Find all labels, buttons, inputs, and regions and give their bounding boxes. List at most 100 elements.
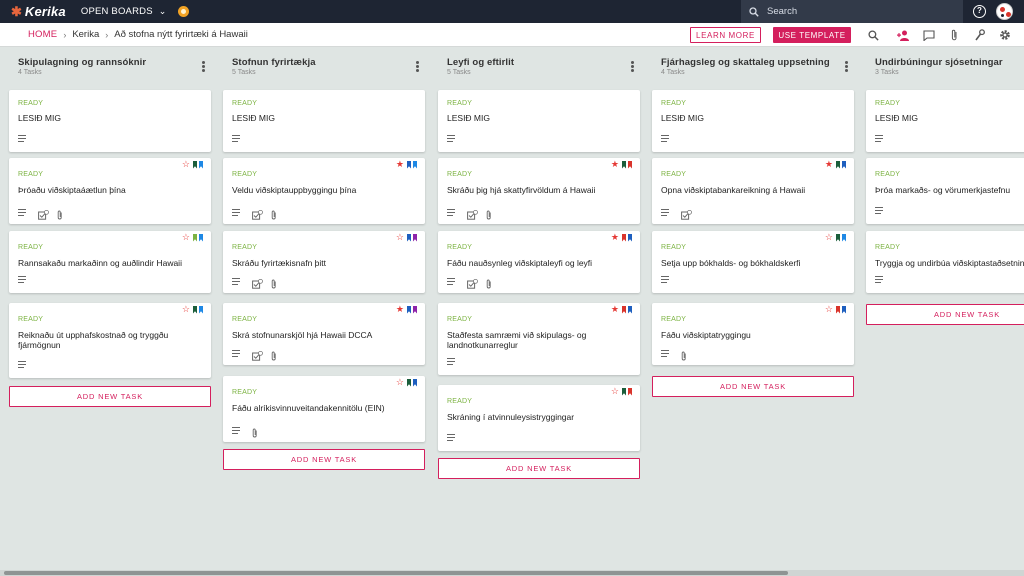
column-menu-icon[interactable]: [845, 61, 848, 72]
user-avatar[interactable]: [996, 3, 1013, 20]
checklist-icon: [681, 207, 692, 220]
description-icon: [18, 208, 27, 216]
column-task-count: 5 Tasks: [232, 69, 256, 76]
column-header[interactable]: Leyfi og eftirlit 5 Tasks: [438, 57, 640, 85]
bookmark-tag-icon: [193, 160, 197, 169]
bookmark-tag-icon: [407, 378, 411, 387]
star-outline-icon[interactable]: ☆: [396, 378, 404, 387]
bookmark-tag-icon: [622, 387, 626, 396]
add-person-icon[interactable]: [896, 28, 910, 42]
star-filled-icon[interactable]: ★: [396, 160, 404, 169]
kerika-logo[interactable]: ✱ Kerika: [11, 4, 66, 20]
task-tags: ★: [825, 160, 846, 169]
task-card[interactable]: READY Þróaðu viðskiptaáætlun þína ☆: [9, 158, 211, 224]
star-filled-icon[interactable]: ★: [611, 233, 619, 242]
task-tags: ☆: [182, 233, 203, 242]
star-outline-icon[interactable]: ☆: [825, 305, 833, 314]
task-title: Veldu viðskiptauppbyggingu þína: [232, 185, 357, 195]
top-navigation-bar: ✱ Kerika OPEN BOARDS ⌄ Search ?: [0, 0, 1024, 23]
bookmark-tag-icon: [628, 387, 632, 396]
star-outline-icon[interactable]: ☆: [182, 305, 190, 314]
task-card[interactable]: READY LESIÐ MIG: [652, 90, 854, 152]
description-icon: [18, 135, 27, 143]
kerika-logo-icon: ✱: [11, 3, 22, 19]
add-new-task-button[interactable]: ADD NEW TASK: [9, 386, 211, 407]
column-header[interactable]: Stofnun fyrirtækja 5 Tasks: [223, 57, 425, 85]
star-filled-icon[interactable]: ★: [396, 305, 404, 314]
bookmark-tag-icon: [413, 305, 417, 314]
column-header[interactable]: Skipulagning og rannsóknir 4 Tasks: [9, 57, 211, 85]
bookmark-tag-icon: [193, 233, 197, 242]
star-filled-icon[interactable]: ★: [611, 160, 619, 169]
settings-gear-icon[interactable]: [998, 28, 1012, 42]
task-card[interactable]: READY Veldu viðskiptauppbyggingu þína ★: [223, 158, 425, 224]
star-filled-icon[interactable]: ★: [611, 305, 619, 314]
task-status: READY: [232, 316, 258, 323]
star-filled-icon[interactable]: ★: [825, 160, 833, 169]
description-icon: [447, 135, 456, 143]
scrollbar-thumb[interactable]: [4, 571, 788, 575]
task-card[interactable]: READY LESIÐ MIG: [223, 90, 425, 152]
task-indicators: [447, 135, 467, 143]
star-outline-icon[interactable]: ☆: [182, 233, 190, 242]
star-outline-icon[interactable]: ☆: [182, 160, 190, 169]
use-template-button[interactable]: USE TEMPLATE: [773, 27, 851, 43]
task-card[interactable]: READY Tryggja og undirbúa viðskiptastaðse…: [866, 231, 1024, 293]
attachment-icon: [271, 348, 277, 361]
task-tags: ★: [611, 305, 632, 314]
column-menu-icon[interactable]: [202, 61, 205, 72]
bookmark-tag-icon: [407, 160, 411, 169]
star-outline-icon[interactable]: ☆: [825, 233, 833, 242]
task-card[interactable]: READY Skráðu þig hjá skattyfirvöldum á Ha…: [438, 158, 640, 224]
task-card[interactable]: READY Reiknaðu út upphafskostnað og trygg…: [9, 303, 211, 378]
chat-icon[interactable]: [922, 28, 936, 42]
wrench-icon[interactable]: [972, 28, 986, 42]
breadcrumb-org[interactable]: Kerika: [72, 29, 99, 40]
column-title: Stofnun fyrirtækja: [232, 57, 316, 68]
add-new-task-button[interactable]: ADD NEW TASK: [866, 304, 1024, 325]
help-icon[interactable]: ?: [973, 5, 986, 18]
task-card[interactable]: READY Skráning í atvinnuleysistryggingar ☆: [438, 385, 640, 451]
column-title: Undirbúningur sjósetningar: [875, 57, 1003, 68]
task-card[interactable]: READY Rannsakaðu markaðinn og auðlindir H…: [9, 231, 211, 293]
task-card[interactable]: READY Fáðu viðskiptatryggingu ☆: [652, 303, 854, 365]
search-box[interactable]: Search: [741, 0, 963, 23]
attachment-icon[interactable]: [947, 28, 961, 42]
notification-badge-icon[interactable]: [177, 6, 189, 17]
breadcrumb-home[interactable]: HOME: [28, 29, 57, 40]
task-card[interactable]: READY Fáðu alríkisvinnuveitandakennitölu …: [223, 376, 425, 442]
task-card[interactable]: READY Fáðu nauðsynleg viðskiptaleyfi og l…: [438, 231, 640, 293]
column-header[interactable]: Fjárhagsleg og skattaleg uppsetning 4 Tas…: [652, 57, 854, 85]
task-card[interactable]: READY Þróa markaðs- og vörumerkjastefnu: [866, 158, 1024, 224]
add-new-task-button[interactable]: ADD NEW TASK: [223, 449, 425, 470]
column-menu-icon[interactable]: [631, 61, 634, 72]
task-status: READY: [661, 316, 687, 323]
task-card[interactable]: READY LESIÐ MIG: [438, 90, 640, 152]
task-card[interactable]: READY Skráðu fyrirtækisnafn þitt ☆: [223, 231, 425, 293]
task-card[interactable]: READY LESIÐ MIG: [9, 90, 211, 152]
bookmark-tag-icon: [199, 233, 203, 242]
task-card[interactable]: READY Setja upp bókhalds- og bókhaldskerf…: [652, 231, 854, 293]
task-card[interactable]: READY Skrá stofnunarskjöl hjá Hawaii DCCA…: [223, 303, 425, 365]
add-new-task-button[interactable]: ADD NEW TASK: [438, 458, 640, 479]
star-outline-icon[interactable]: ☆: [611, 387, 619, 396]
task-tags: ★: [611, 233, 632, 242]
star-outline-icon[interactable]: ☆: [396, 233, 404, 242]
column-menu-icon[interactable]: [416, 61, 419, 72]
learn-more-button[interactable]: LEARN MORE: [690, 27, 761, 43]
bookmark-tag-icon: [407, 305, 411, 314]
column-title: Fjárhagsleg og skattaleg uppsetning: [661, 57, 830, 68]
horizontal-scrollbar[interactable]: [0, 570, 1024, 576]
task-title: Setja upp bókhalds- og bókhaldskerfi: [661, 258, 801, 268]
task-card[interactable]: READY LESIÐ MIG: [866, 90, 1024, 152]
task-card[interactable]: READY Staðfesta samræmi við skipulags- og…: [438, 303, 640, 375]
task-card[interactable]: READY Opna viðskiptabankareikning á Hawai…: [652, 158, 854, 224]
column-header[interactable]: Undirbúningur sjósetningar 3 Tasks: [866, 57, 1024, 85]
description-icon: [661, 349, 670, 357]
open-boards-menu[interactable]: OPEN BOARDS ⌄: [81, 6, 167, 17]
description-icon: [661, 208, 670, 216]
task-status: READY: [447, 100, 473, 107]
bookmark-tag-icon: [842, 305, 846, 314]
add-new-task-button[interactable]: ADD NEW TASK: [652, 376, 854, 397]
board-search-icon[interactable]: [866, 28, 880, 42]
